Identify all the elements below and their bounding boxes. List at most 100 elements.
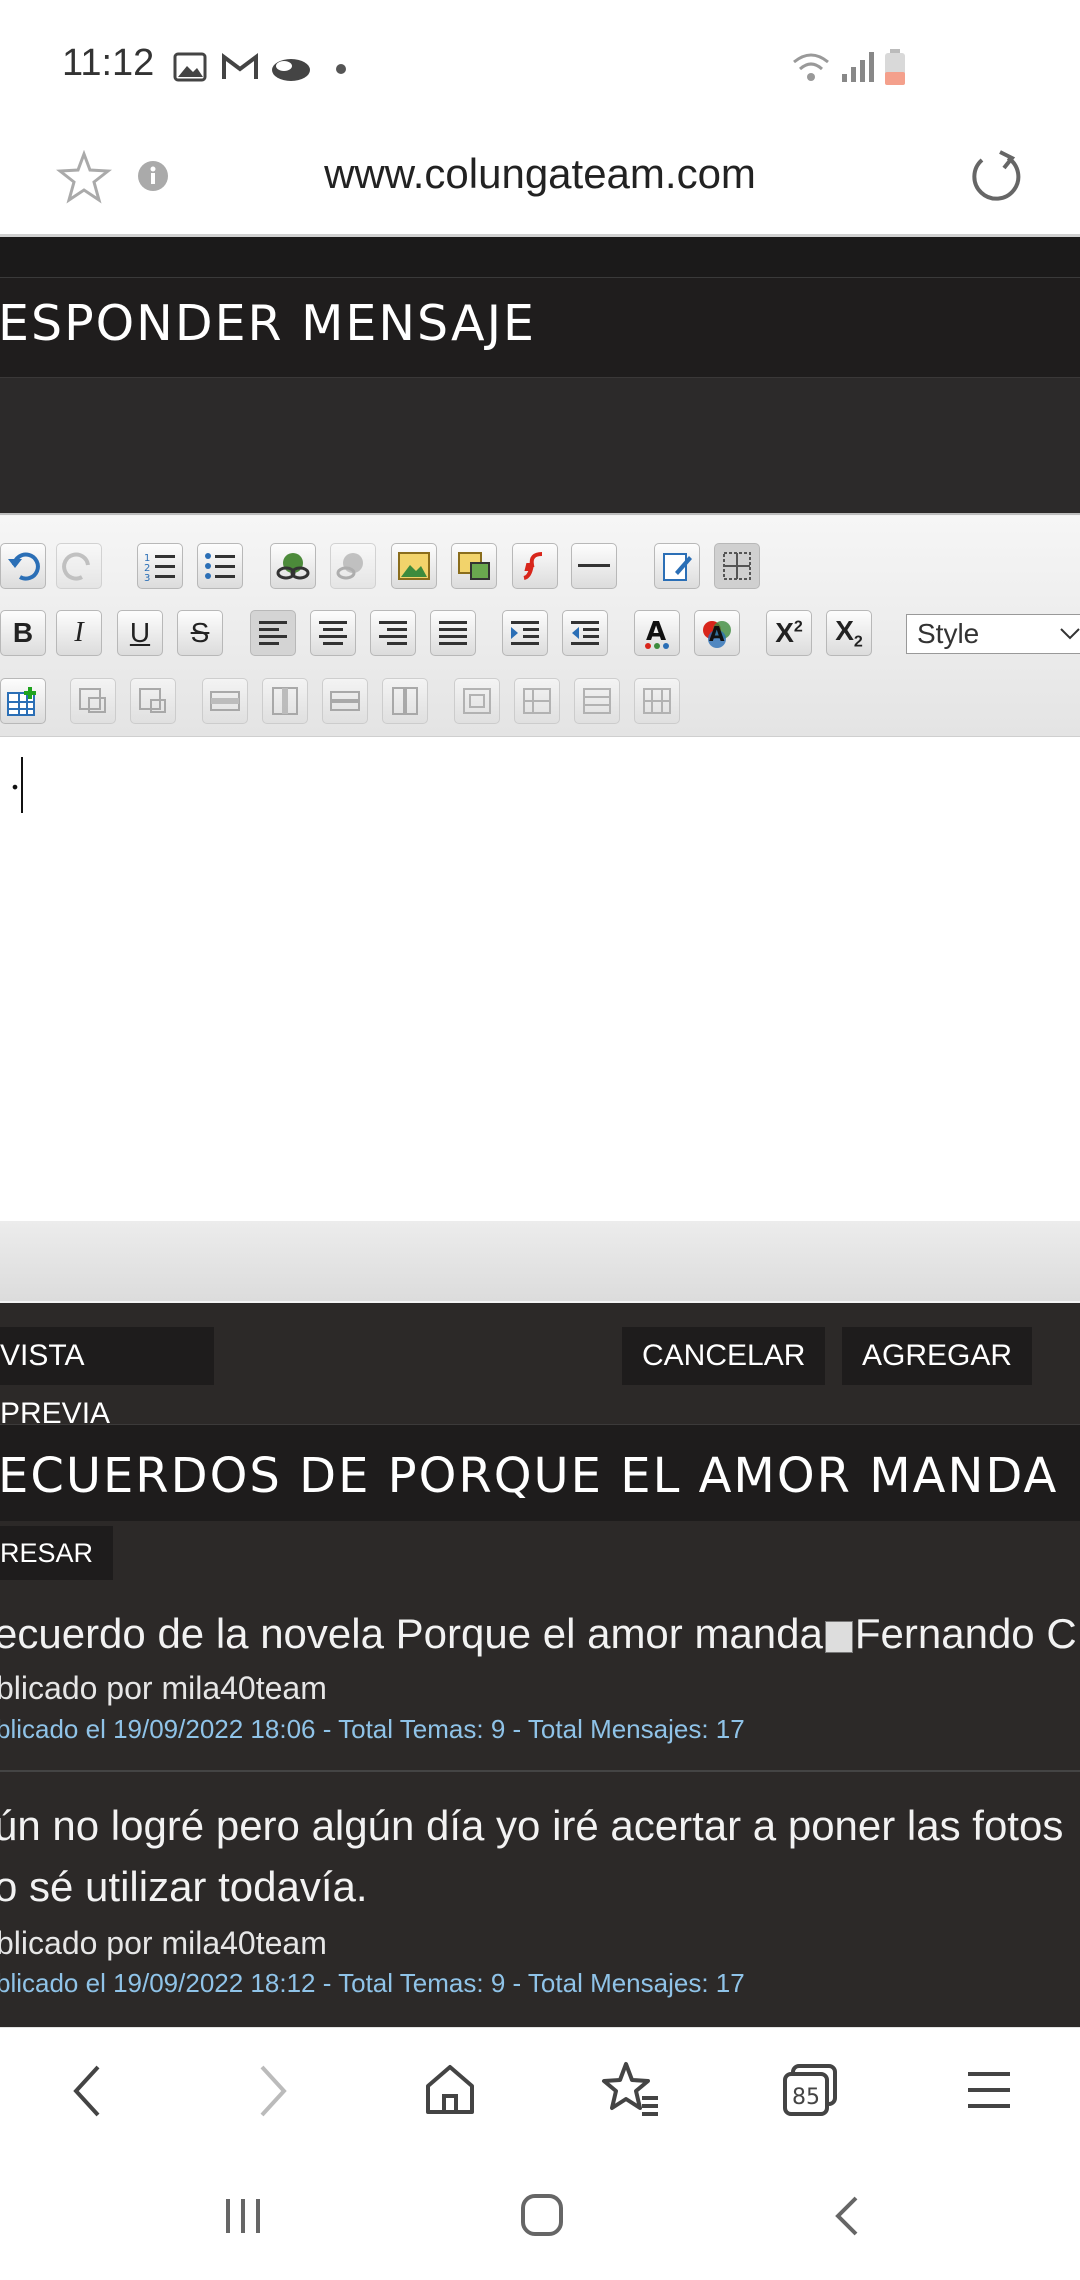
- horizontal-rule-icon: [578, 564, 610, 567]
- align-center-icon: [319, 621, 347, 645]
- cloud-icon: [272, 59, 310, 81]
- undo-icon: [8, 552, 40, 581]
- unlink-button[interactable]: [330, 543, 376, 589]
- merge-cells-icon: [583, 688, 611, 714]
- browser-toolbar: [0, 2027, 1080, 2158]
- post-text-line: ecuerdo de la novela Porque el amor mand…: [0, 1610, 823, 1657]
- align-right-button[interactable]: [370, 610, 416, 656]
- justify-button[interactable]: [430, 610, 476, 656]
- outdent-button[interactable]: [562, 610, 608, 656]
- gmail-icon: [222, 53, 258, 79]
- svg-text:3: 3: [144, 573, 150, 583]
- tab-count: 85: [792, 2085, 820, 2110]
- unordered-list-icon: [205, 553, 235, 579]
- text-color-icon: A: [645, 617, 669, 649]
- add-button[interactable]: AGREGAR: [842, 1327, 1033, 1385]
- post-text-line-2: o sé utilizar todavía.: [0, 1863, 368, 1910]
- delete-row-button[interactable]: [322, 678, 368, 724]
- forward-icon[interactable]: [254, 2063, 290, 2119]
- home-icon[interactable]: [422, 2062, 478, 2118]
- reply-title: ESPONDER MENSAJE: [0, 295, 536, 352]
- undo-button[interactable]: [0, 543, 46, 589]
- background-color-button[interactable]: A: [694, 610, 740, 656]
- flash-button[interactable]: [512, 543, 558, 589]
- horizontal-rule-button[interactable]: [571, 543, 617, 589]
- subscript-icon: X2: [835, 614, 863, 651]
- insert-image-icon: [398, 552, 430, 580]
- insert-column-button[interactable]: [262, 678, 308, 724]
- home-button-icon[interactable]: [518, 2190, 566, 2240]
- indent-button[interactable]: [502, 610, 548, 656]
- redo-icon: [62, 552, 90, 581]
- insert-table-button[interactable]: [0, 678, 46, 724]
- bold-icon: B: [12, 617, 34, 648]
- redo-button[interactable]: [56, 543, 102, 589]
- editor-content-area[interactable]: [0, 736, 1080, 1222]
- merge-cells-button[interactable]: [574, 678, 620, 724]
- link-button[interactable]: [270, 543, 316, 589]
- text-caret: [21, 757, 23, 813]
- underline-icon: U: [129, 617, 151, 648]
- edit-source-icon: [663, 553, 692, 581]
- battery-icon: [885, 49, 905, 85]
- url-text[interactable]: www.colungateam.com: [0, 150, 1080, 198]
- recents-icon[interactable]: [220, 2193, 266, 2239]
- editor-content-text: .: [10, 753, 20, 798]
- superscript-button[interactable]: X2: [766, 610, 812, 656]
- menu-icon[interactable]: [966, 2068, 1012, 2112]
- insert-cell-button[interactable]: [454, 678, 500, 724]
- image-properties-button[interactable]: [451, 543, 497, 589]
- bold-button[interactable]: B: [0, 610, 46, 656]
- system-back-icon[interactable]: [828, 2192, 868, 2240]
- signal-icon: [842, 52, 874, 82]
- source-button[interactable]: [654, 543, 700, 589]
- tabs-icon[interactable]: 85: [781, 2062, 839, 2120]
- style-select[interactable]: Style: [906, 614, 1080, 654]
- italic-button[interactable]: I: [56, 610, 102, 656]
- ordered-list-icon: 123: [144, 553, 175, 583]
- cancel-button[interactable]: CANCELAR: [622, 1327, 826, 1385]
- insert-table-icon: [7, 687, 36, 716]
- broken-image-icon: [824, 1620, 853, 1653]
- thread-title: ECUERDOS DE PORQUE EL AMOR MANDA: [0, 1448, 1059, 1504]
- image-button[interactable]: [391, 543, 437, 589]
- split-cell-button[interactable]: [634, 678, 680, 724]
- align-left-button[interactable]: [250, 610, 296, 656]
- bookmarks-icon[interactable]: [600, 2060, 660, 2118]
- unlink-icon: [336, 553, 363, 580]
- align-right-icon: [379, 621, 407, 645]
- show-blocks-button[interactable]: [714, 543, 760, 589]
- ordered-list-button[interactable]: 123: [137, 543, 183, 589]
- italic-icon: I: [74, 617, 84, 648]
- post-author: blicado por mila40team: [0, 1670, 327, 1706]
- reload-icon[interactable]: [968, 148, 1024, 204]
- editor-resize-bar[interactable]: [0, 1221, 1080, 1301]
- insert-row-button[interactable]: [202, 678, 248, 724]
- delete-cell-button[interactable]: [514, 678, 560, 724]
- table-cell-props-button[interactable]: [70, 678, 116, 724]
- unordered-list-button[interactable]: [197, 543, 243, 589]
- strikethrough-button[interactable]: S: [177, 610, 223, 656]
- post-text-line-1: ún no logré pero algún día yo iré acerta…: [0, 1802, 1064, 1849]
- post-divider: [0, 1770, 1080, 1772]
- preview-button[interactable]: VISTA PREVIA: [0, 1327, 214, 1430]
- underline-button[interactable]: U: [117, 610, 163, 656]
- indent-icon: [511, 621, 539, 645]
- align-justify-icon: [439, 621, 467, 645]
- image-icon: [173, 52, 207, 82]
- align-center-button[interactable]: [310, 610, 356, 656]
- insert-cell-icon: [463, 688, 491, 714]
- post-author: blicado por mila40team: [0, 1925, 327, 1961]
- table-props-button[interactable]: [130, 678, 176, 724]
- table-column-icon: [272, 687, 298, 715]
- subscript-button[interactable]: X2: [826, 610, 872, 656]
- flash-icon: [523, 552, 543, 580]
- outdent-icon: [571, 621, 599, 645]
- delete-column-button[interactable]: [382, 678, 428, 724]
- enter-button[interactable]: RESAR: [0, 1526, 114, 1580]
- delete-row-icon: [330, 691, 360, 711]
- text-color-button[interactable]: A: [634, 610, 680, 656]
- back-icon[interactable]: [70, 2063, 106, 2119]
- table-cell-icon: [79, 688, 106, 713]
- post-meta: blicado el 19/09/2022 18:06 - Total Tema…: [0, 1714, 745, 1744]
